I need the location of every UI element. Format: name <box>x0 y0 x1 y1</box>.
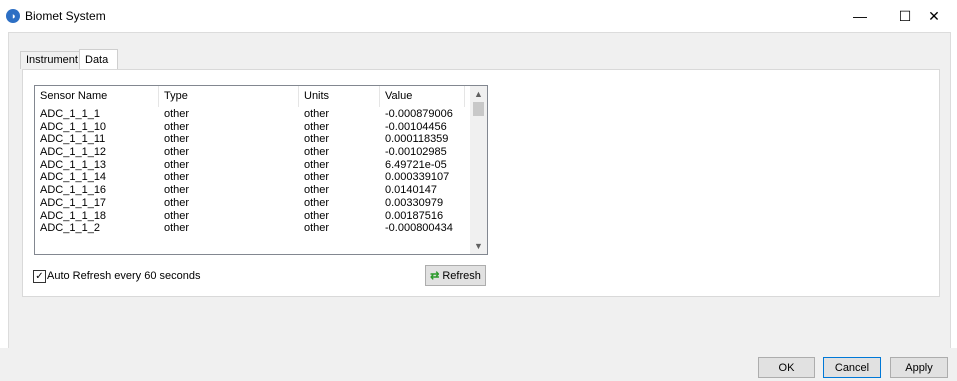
auto-refresh-checkbox[interactable]: ✓ <box>33 270 46 283</box>
table-row[interactable]: ADC_1_1_18 other other 0.00187516 <box>35 210 470 223</box>
sensor-name-cell: ADC_1_1_12 <box>40 146 107 159</box>
scroll-up-icon[interactable]: ▲ <box>470 86 487 102</box>
value-cell: -0.000800434 <box>385 222 453 235</box>
table-row[interactable]: ADC_1_1_17 other other 0.00330979 <box>35 197 470 210</box>
table-body: ADC_1_1_1 other other -0.000879006 ADC_1_1_1… <box>35 108 470 235</box>
type-cell: other <box>164 222 190 235</box>
sensor-name-cell: ADC_1_1_14 <box>40 171 107 184</box>
table-row[interactable]: ADC_1_1_11 other other 0.000118359 <box>35 133 470 146</box>
value-cell: -0.00102985 <box>385 146 447 159</box>
column-header-value[interactable]: Value <box>380 86 465 107</box>
units-cell: other <box>304 196 330 209</box>
tab-data[interactable]: Data <box>79 49 118 69</box>
sensor-name-cell: ADC_1_1_10 <box>40 120 107 133</box>
scroll-down-icon[interactable]: ▼ <box>470 238 487 254</box>
type-cell: other <box>164 184 190 197</box>
value-cell: -0.000879006 <box>385 108 453 120</box>
type-cell: other <box>164 158 190 171</box>
apply-button[interactable]: Apply <box>890 357 948 378</box>
units-cell: other <box>304 158 330 171</box>
table-row[interactable]: ADC_1_1_10 other other -0.00104456 <box>35 121 470 134</box>
type-cell: other <box>164 146 190 159</box>
vertical-scrollbar[interactable]: ▲ ▼ <box>470 86 487 254</box>
table-row[interactable]: ADC_1_1_13 other other 6.49721e-05 <box>35 159 470 172</box>
type-cell: other <box>164 120 190 133</box>
type-cell: other <box>164 209 190 222</box>
column-header-units[interactable]: Units <box>299 86 380 107</box>
sensor-table[interactable]: Sensor Name Type Units Value ADC_1_1_1ot… <box>34 85 488 255</box>
app-logo-icon: ◑ <box>6 9 20 23</box>
table-row[interactable]: ADC_1_1_1 other other -0.000879006 <box>35 108 470 121</box>
table-row[interactable]: ADC_1_1_14 other other 0.000339107 <box>35 171 470 184</box>
window-title: Biomet System <box>25 9 106 23</box>
table-row[interactable]: ADC_1_1_12 other other -0.00102985 <box>35 146 470 159</box>
table-row[interactable]: ADC_1_1_2 other other -0.000800434 <box>35 222 470 235</box>
value-cell: 0.00187516 <box>385 209 444 222</box>
column-header-type[interactable]: Type <box>159 86 299 107</box>
ok-button[interactable]: OK <box>758 357 815 378</box>
cancel-button[interactable]: Cancel <box>823 357 881 378</box>
sensor-name-cell: ADC_1_1_1 <box>40 108 100 120</box>
units-cell: other <box>304 222 330 235</box>
units-cell: other <box>304 209 330 222</box>
sensor-name-cell: ADC_1_1_13 <box>40 158 107 171</box>
value-cell: 6.49721e-05 <box>385 158 447 171</box>
sensor-name-cell: ADC_1_1_17 <box>40 196 107 209</box>
type-cell: other <box>164 133 190 146</box>
column-header-sensor-name[interactable]: Sensor Name <box>35 86 159 107</box>
value-cell: 0.00330979 <box>385 196 444 209</box>
sensor-name-cell: ADC_1_1_18 <box>40 209 107 222</box>
minimize-button[interactable]: — <box>837 0 883 32</box>
refresh-button-label: Refresh <box>442 270 481 282</box>
tab-instrument[interactable]: Instrument <box>20 51 81 69</box>
table-header: Sensor Name Type Units Value <box>35 86 470 107</box>
value-cell: 0.000118359 <box>385 133 449 146</box>
type-cell: other <box>164 108 190 120</box>
sensor-name-cell: ADC_1_1_2 <box>40 222 100 235</box>
units-cell: other <box>304 133 330 146</box>
scroll-thumb[interactable] <box>473 102 484 116</box>
value-cell: 0.000339107 <box>385 171 450 184</box>
auto-refresh-label: Auto Refresh every 60 seconds <box>47 270 201 282</box>
sensor-name-cell: ADC_1_1_16 <box>40 184 107 197</box>
table-row[interactable]: ADC_1_1_16 other other 0.0140147 <box>35 184 470 197</box>
type-cell: other <box>164 171 190 184</box>
units-cell: other <box>304 171 330 184</box>
value-cell: 0.0140147 <box>385 184 437 197</box>
refresh-button[interactable]: ⇄ Refresh <box>425 265 486 286</box>
units-cell: other <box>304 184 330 197</box>
units-cell: other <box>304 120 330 133</box>
refresh-icon: ⇄ <box>430 270 440 282</box>
close-button[interactable]: ✕ <box>911 0 957 32</box>
units-cell: other <box>304 146 330 159</box>
value-cell: -0.00104456 <box>385 120 447 133</box>
units-cell: other <box>304 108 330 120</box>
type-cell: other <box>164 196 190 209</box>
sensor-name-cell: ADC_1_1_11 <box>40 133 106 146</box>
title-bar: ◑ Biomet System — ☐ ✕ <box>0 0 957 32</box>
